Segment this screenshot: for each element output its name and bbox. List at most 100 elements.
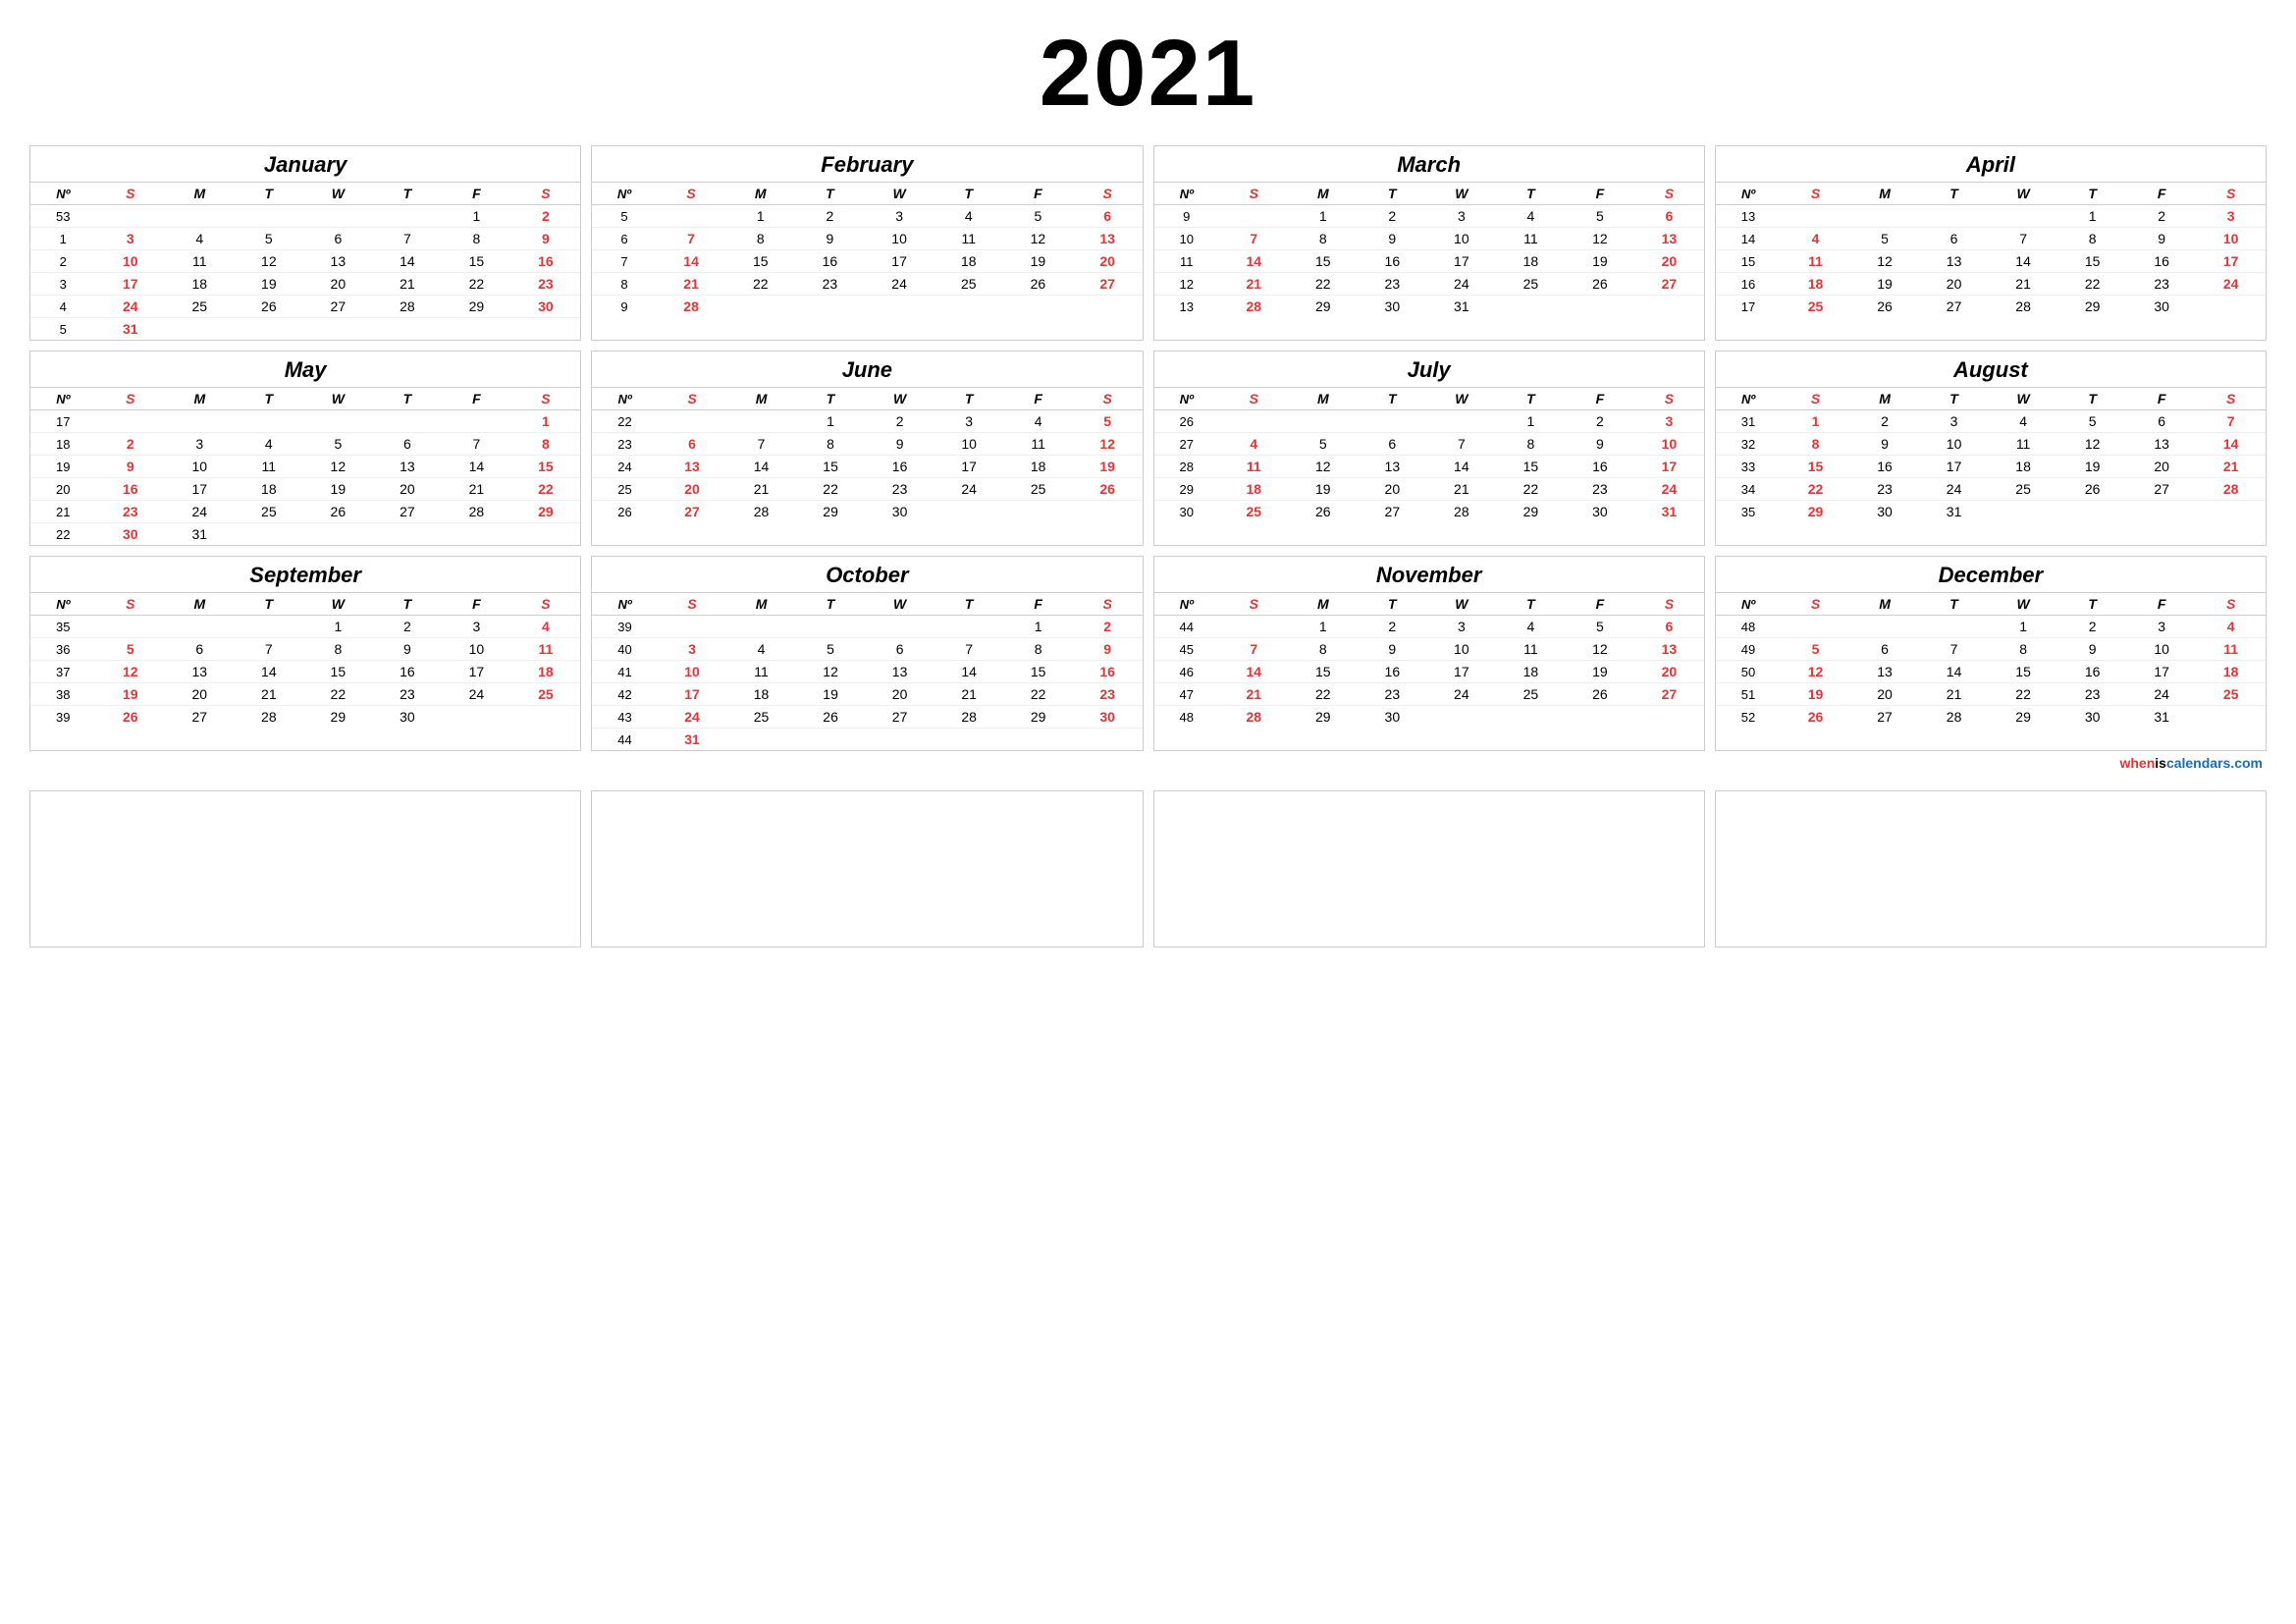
cell-sa: 30 [511, 296, 581, 318]
cell-s: 11 [1219, 456, 1289, 478]
header-weekday-col: T [2057, 183, 2127, 205]
cell-t: 5 [796, 638, 866, 661]
cell-th [934, 296, 1003, 318]
cell-th: 11 [1496, 638, 1566, 661]
cell-t: 18 [235, 478, 304, 501]
cell-wn: 19 [30, 456, 96, 478]
cell-wn: 5 [592, 205, 656, 228]
table-row: 210111213141516 [30, 250, 580, 273]
header-weekday-col: M [1850, 593, 1920, 616]
cell-t: 26 [235, 296, 304, 318]
cell-sa: 9 [1073, 638, 1143, 661]
cell-wn: 45 [1154, 638, 1220, 661]
cell-wn: 40 [592, 638, 658, 661]
cell-t: 9 [1358, 228, 1427, 250]
cell-sa: 4 [511, 616, 581, 638]
table-row: 4324252627282930 [592, 706, 1142, 729]
cell-sa [511, 318, 581, 341]
cell-th: 17 [934, 456, 1004, 478]
watermark-is: is [2155, 755, 2166, 771]
cell-m: 27 [165, 706, 235, 729]
cell-s: 11 [1781, 250, 1850, 273]
cell-sa [1073, 729, 1143, 751]
cell-sa: 11 [2196, 638, 2266, 661]
header-sat-col: S [1073, 593, 1143, 616]
cell-m: 6 [165, 638, 235, 661]
cell-s: 26 [96, 706, 166, 729]
table-row: 4431 [592, 729, 1142, 751]
bottom-box-4 [1715, 790, 2267, 947]
cell-th: 26 [2057, 478, 2127, 501]
header-weekday-col: T [1919, 183, 1989, 205]
header-sun-col: S [658, 593, 727, 616]
cell-m [165, 205, 235, 228]
cell-w: 17 [865, 250, 934, 273]
cell-t: 5 [235, 228, 304, 250]
cell-f: 7 [442, 433, 511, 456]
header-weekday-col: T [934, 593, 1004, 616]
table-row: 1328293031 [1154, 296, 1704, 318]
cell-sa: 21 [2196, 456, 2266, 478]
cell-f: 26 [1003, 273, 1073, 296]
cell-wn: 33 [1716, 456, 1782, 478]
cell-s: 26 [1781, 706, 1850, 729]
table-row: 424252627282930 [30, 296, 580, 318]
cell-t: 14 [1919, 661, 1989, 683]
month-table-july: NºSMTWTFS2612327456789102811121314151617… [1154, 387, 1704, 522]
cell-s: 9 [96, 456, 166, 478]
watermark: wheniscalendars.com [20, 751, 2276, 773]
cell-wn: 8 [592, 273, 656, 296]
cell-f: 5 [1003, 205, 1073, 228]
header-week-num: Nº [1716, 388, 1782, 410]
cell-w: 31 [1427, 296, 1497, 318]
cell-s: 16 [96, 478, 166, 501]
cell-f: 20 [2127, 456, 2197, 478]
cell-th: 6 [373, 433, 443, 456]
cell-w [1427, 410, 1497, 433]
cell-th: 8 [1496, 433, 1566, 456]
cell-f: 29 [442, 296, 511, 318]
cell-m: 25 [726, 706, 796, 729]
cell-th [1496, 296, 1566, 318]
cell-m: 13 [1850, 661, 1920, 683]
header-sat-col: S [1073, 388, 1143, 410]
header-weekday-col: T [1919, 388, 1989, 410]
cell-f: 8 [1003, 638, 1073, 661]
table-row: 481234 [1716, 616, 2266, 638]
table-row: 317181920212223 [30, 273, 580, 296]
watermark-when: when [2119, 755, 2155, 771]
cell-th: 5 [2057, 410, 2127, 433]
cell-f: 24 [442, 683, 511, 706]
cell-t: 21 [235, 683, 304, 706]
cell-m: 4 [726, 638, 796, 661]
cell-wn: 44 [592, 729, 658, 751]
cell-th: 14 [934, 661, 1004, 683]
cell-th: 23 [373, 683, 443, 706]
cell-sa: 11 [511, 638, 581, 661]
cell-s: 6 [658, 433, 727, 456]
cell-t: 19 [235, 273, 304, 296]
cell-sa: 28 [2196, 478, 2266, 501]
header-weekday-col: W [1427, 183, 1497, 205]
cell-t: 13 [1358, 456, 1427, 478]
cell-m: 11 [165, 250, 235, 273]
cell-s: 4 [1219, 433, 1289, 456]
cell-s: 25 [1781, 296, 1850, 318]
cell-th: 27 [373, 501, 443, 523]
cell-th: 2 [2057, 616, 2127, 638]
cell-sa [1634, 706, 1704, 729]
cell-sa: 23 [1073, 683, 1143, 706]
month-block-september: SeptemberNºSMTWTFS3512343656789101137121… [29, 556, 581, 751]
header-weekday-col: F [1566, 593, 1635, 616]
cell-th [373, 410, 443, 433]
cell-th: 11 [1496, 228, 1566, 250]
header-weekday-col: W [865, 593, 934, 616]
table-row: 5012131415161718 [1716, 661, 2266, 683]
header-weekday-col: F [2127, 388, 2197, 410]
month-table-march: NºSMTWTFS9123456107891011121311141516171… [1154, 182, 1704, 317]
cell-s: 14 [1219, 661, 1289, 683]
header-weekday-col: F [2127, 593, 2197, 616]
cell-th [2057, 501, 2127, 523]
cell-th: 20 [373, 478, 443, 501]
header-weekday-col: W [1989, 388, 2058, 410]
